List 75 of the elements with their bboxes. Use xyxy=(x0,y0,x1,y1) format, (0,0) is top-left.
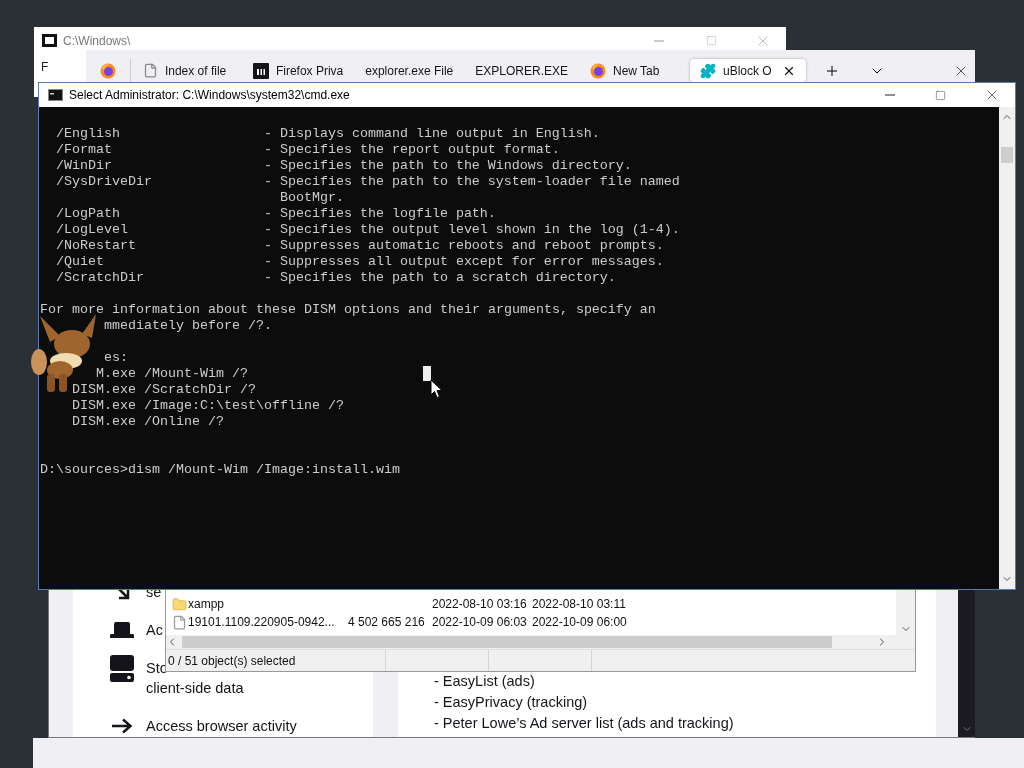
table-cell-text: xampp xyxy=(188,597,226,611)
horizontal-scrollbar[interactable] xyxy=(166,635,896,649)
dark-square-icon xyxy=(252,62,269,79)
console-text: DISM.exe /Image:C:\test\offline /? xyxy=(72,398,344,414)
table-cell-text: 19101.1109.220905-0942... xyxy=(188,615,336,629)
option-description: - Displays command line output in English. xyxy=(263,126,600,142)
browser-tab[interactable]: EXPLORER.EXE xyxy=(465,59,578,82)
browser-logo-icon[interactable] xyxy=(99,62,116,79)
folder-icon xyxy=(172,596,187,612)
option-name: /WinDir xyxy=(56,158,113,174)
browser-tab[interactable]: uBlock O xyxy=(690,59,806,82)
console-text: For more information about these DISM options and their arguments, specify an xyxy=(40,302,656,318)
option-name: /LogLevel xyxy=(56,222,129,238)
scrollbar-thumb[interactable] xyxy=(182,636,832,648)
browser-tab[interactable]: Index of file xyxy=(132,59,241,82)
option-description: - Specifies the path to the Windows directory. xyxy=(263,158,632,174)
table-cell-text: 2022-10-09 06:00 xyxy=(532,615,628,629)
console-text: DISM.exe /Online /? xyxy=(72,414,224,430)
filter-list-item: - EasyPrivacy (tracking) xyxy=(434,693,589,712)
option-name: /ScratchDir xyxy=(56,270,145,286)
filter-list-item: - EasyList (ads) xyxy=(434,672,536,691)
option-name: /English xyxy=(56,126,121,142)
command-line: D:\sources>dism /Mount-Wim /Image:install.wim xyxy=(40,462,401,478)
console-text: DISM.exe /ScratchDir /? xyxy=(72,382,256,398)
puzzle-icon xyxy=(700,62,716,79)
file-row[interactable]: 19101.1109.220905-0942... 4 502 665 216 2022-10-09 06:03 2022-10-09 06:00 xyxy=(166,613,896,631)
table-cell-text: 2022-08-10 03:16 xyxy=(432,597,528,611)
console-icon xyxy=(48,89,63,101)
filter-list-item: - Peter Lowe’s Ad server list (ads and tracking) xyxy=(434,714,735,733)
option-name: /LogPath xyxy=(56,206,121,222)
console-text: es: xyxy=(104,350,128,366)
option-name: /Format xyxy=(56,142,113,158)
console-text: M.exe /Mount-Wim /? xyxy=(96,366,248,382)
window-title: Select Administrator: C:\Windows\system32\cmd.exe xyxy=(69,88,351,102)
option-name: /SysDriveDir xyxy=(56,174,153,190)
vertical-scrollbar[interactable] xyxy=(999,107,1015,589)
table-cell-text: 2022-08-10 03:11 xyxy=(532,597,627,611)
scrollbar[interactable] xyxy=(958,590,975,737)
permission-text: client-side data xyxy=(146,679,244,698)
option-description: - Specifies the report output format. xyxy=(263,142,560,158)
option-description: - Suppresses all output except for error messages. xyxy=(263,254,664,270)
option-description: - Specifies the path to a scratch directory. xyxy=(263,270,616,286)
option-description: - Specifies the logfile path. xyxy=(263,206,496,222)
minimize-icon xyxy=(654,39,664,42)
browser-tab[interactable]: explorer.exe File xyxy=(355,59,464,82)
status-text: 0 / 51 object(s) selected xyxy=(168,653,296,668)
archiver-logo-icon xyxy=(42,34,57,47)
maximize-icon xyxy=(705,35,717,46)
vertical-scrollbar[interactable] xyxy=(896,589,915,649)
hard-drive-icon xyxy=(110,654,134,682)
minimize-icon xyxy=(884,94,895,96)
option-description: - Specifies the path to the system-loader file named xyxy=(263,174,680,190)
permission-text: Ac xyxy=(146,621,163,640)
page-icon xyxy=(142,63,158,78)
hat-icon xyxy=(110,622,134,638)
window-title: C:\Windows\ xyxy=(63,33,132,48)
mouse-pointer-icon xyxy=(430,379,443,399)
menu-item[interactable]: F xyxy=(41,60,49,74)
browser-tab[interactable]: New Tab xyxy=(580,59,688,82)
file-row[interactable]: xampp 2022-08-10 03:16 2022-08-10 03:11 xyxy=(166,595,896,613)
text-cursor xyxy=(423,366,431,381)
arrow-icon xyxy=(111,718,133,734)
option-description: - Specifies the output level shown in the log (1-4). xyxy=(263,222,680,238)
scrollbar-thumb[interactable] xyxy=(1001,147,1013,163)
option-name: /NoRestart xyxy=(56,238,137,254)
file-icon xyxy=(172,614,187,630)
option-name: /Quiet xyxy=(56,254,105,270)
table-cell-text: 2022-10-09 06:03 xyxy=(432,615,528,629)
option-description: - Suppresses automatic reboots and reboot prompts. xyxy=(263,238,664,254)
browser-logo-icon[interactable] xyxy=(590,62,606,79)
permission-text: Access browser activity xyxy=(146,717,297,736)
option-description: BootMgr. xyxy=(278,190,344,206)
browser-tab[interactable]: Firefox Priva xyxy=(242,59,354,82)
console-text: mmediately before /?. xyxy=(104,318,272,334)
maximize-icon xyxy=(935,89,946,101)
